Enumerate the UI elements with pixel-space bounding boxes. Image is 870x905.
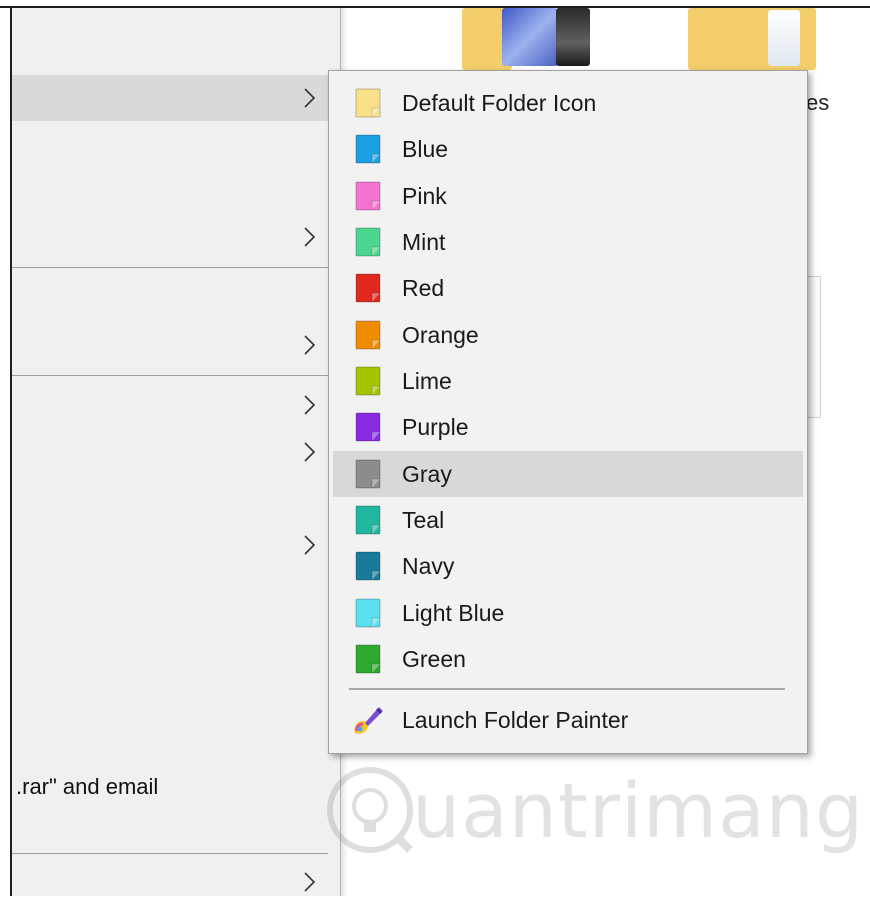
watermark: uantrimang (320, 760, 863, 860)
submenu-item-label: Blue (402, 136, 449, 163)
launch-folder-painter-item[interactable]: Launch Folder Painter (333, 697, 803, 743)
gray-folder-icon (355, 459, 381, 489)
default-folder-icon (355, 88, 381, 118)
submenu-item-navy[interactable]: Navy (333, 543, 803, 589)
submenu-item-default-folder-icon[interactable]: Default Folder Icon (333, 80, 803, 126)
parent-menu-item-7[interactable] (12, 859, 340, 905)
submenu-item-label: Green (402, 645, 466, 672)
purple-folder-icon (355, 412, 381, 442)
menu-separator (12, 375, 328, 376)
red-folder-icon (355, 273, 381, 303)
lightbulb-logo-icon (327, 767, 413, 853)
navy-folder-icon (355, 551, 381, 581)
submenu-item-label: Default Folder Icon (402, 90, 597, 116)
submenu-item-light-blue[interactable]: Light Blue (333, 590, 803, 636)
paint-brush-icon (351, 703, 385, 737)
light-blue-folder-icon (355, 598, 381, 628)
submenu-item-label: Navy (402, 553, 455, 580)
parent-menu-item-compress-email[interactable]: .rar" and email (16, 774, 158, 800)
submenu-item-label: Pink (402, 182, 447, 209)
folder-thumbnail-documents[interactable] (688, 8, 818, 70)
window-top-border (0, 0, 870, 8)
submenu-item-lime[interactable]: Lime (333, 358, 803, 404)
submenu-item-gray[interactable]: Gray (333, 450, 803, 497)
parent-menu-item-5[interactable] (12, 429, 340, 475)
launch-folder-painter-label: Launch Folder Painter (402, 707, 629, 733)
orange-folder-icon (355, 320, 381, 350)
watermark-text: uantrimang (412, 766, 865, 855)
menu-separator (349, 688, 785, 690)
chevron-right-icon (296, 532, 322, 558)
lime-folder-icon (355, 366, 381, 396)
parent-menu-item-4[interactable] (12, 382, 340, 428)
submenu-item-label: Orange (402, 321, 479, 348)
folder-name-partial: es (806, 90, 830, 115)
window-left-border (0, 8, 12, 896)
submenu-item-pink[interactable]: Pink (333, 173, 803, 219)
submenu-item-label: Purple (402, 414, 469, 441)
submenu-item-red[interactable]: Red (333, 265, 803, 311)
submenu-item-purple[interactable]: Purple (333, 404, 803, 450)
folder-painter-submenu: Default Folder Icon Blue Pink Mint Red Orange… (328, 70, 808, 754)
pink-folder-icon (355, 181, 381, 211)
blue-folder-icon (355, 134, 381, 164)
submenu-item-label: Red (402, 275, 445, 302)
menu-separator (12, 267, 328, 268)
chevron-right-icon (296, 224, 322, 250)
submenu-item-teal[interactable]: Teal (333, 497, 803, 543)
chevron-right-icon (296, 332, 322, 358)
background-panel-edge (806, 276, 821, 418)
mint-folder-icon (355, 227, 381, 257)
parent-menu-item-folder-painter[interactable] (12, 75, 340, 121)
submenu-item-label: Mint (402, 228, 446, 255)
parent-context-menu: .rar" and email (12, 8, 341, 896)
submenu-item-label: Teal (402, 506, 445, 533)
green-folder-icon (355, 644, 381, 674)
submenu-item-label: Lime (402, 367, 452, 394)
submenu-item-blue[interactable]: Blue (333, 126, 803, 172)
chevron-right-icon (296, 869, 322, 895)
folder-thumbnail-photos[interactable] (462, 8, 592, 70)
menu-separator (12, 853, 328, 854)
parent-menu-item-6[interactable] (12, 522, 340, 568)
submenu-item-orange[interactable]: Orange (333, 312, 803, 358)
parent-menu-item-3[interactable] (12, 322, 340, 368)
chevron-right-icon (296, 392, 322, 418)
submenu-item-green[interactable]: Green (333, 636, 803, 682)
chevron-right-icon (296, 85, 322, 111)
chevron-right-icon (296, 439, 322, 465)
submenu-item-label: Light Blue (402, 599, 505, 626)
parent-menu-item-2[interactable] (12, 214, 340, 260)
submenu-item-mint[interactable]: Mint (333, 219, 803, 265)
submenu-item-label: Gray (402, 460, 452, 487)
teal-folder-icon (355, 505, 381, 535)
